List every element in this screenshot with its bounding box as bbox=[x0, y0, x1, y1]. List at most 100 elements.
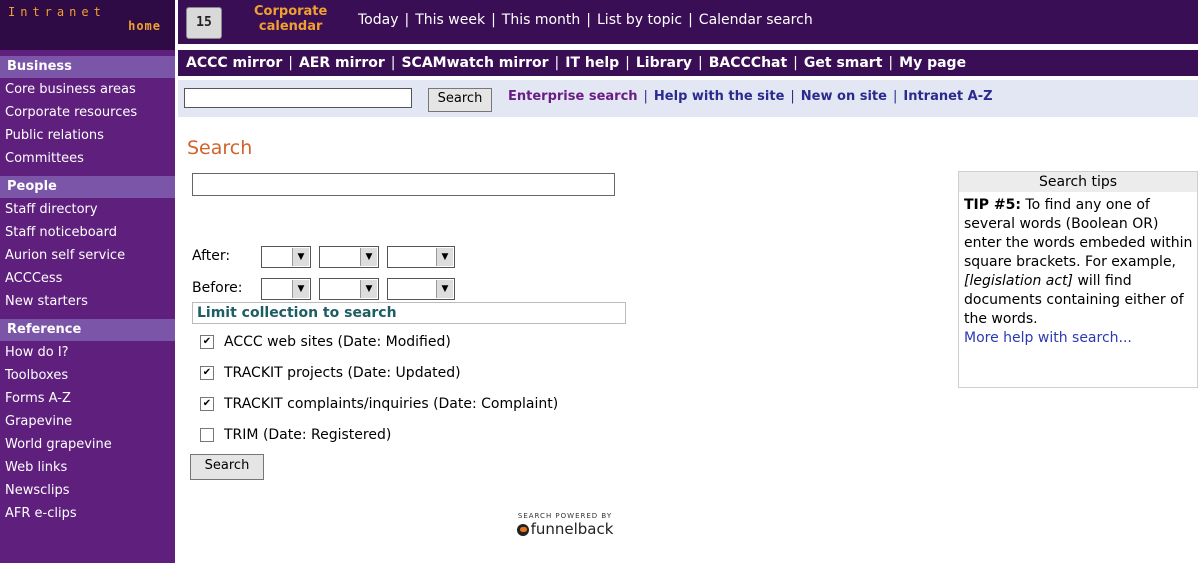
separator: | bbox=[625, 55, 630, 71]
collection-trim[interactable]: TRIM (Date: Registered) bbox=[200, 427, 391, 443]
calendar-label-line2: calendar bbox=[258, 19, 323, 34]
separator: | bbox=[491, 12, 496, 28]
sidebar-heading-people: People bbox=[0, 176, 175, 198]
link-my-page[interactable]: My page bbox=[899, 55, 966, 71]
separator: | bbox=[688, 12, 693, 28]
tip-example: [legislation act] bbox=[964, 273, 1073, 289]
before-label: Before: bbox=[192, 280, 243, 296]
separator: | bbox=[390, 55, 396, 71]
search-button[interactable]: Search bbox=[190, 454, 264, 480]
link-accc-mirror[interactable]: ACCC mirror bbox=[186, 55, 282, 71]
tip-label: TIP #5: bbox=[964, 197, 1021, 213]
search-tips-body: TIP #5: To find any one of several words… bbox=[959, 192, 1197, 348]
link-list-by-topic[interactable]: List by topic bbox=[597, 12, 682, 28]
checkbox-icon[interactable]: ✔ bbox=[200, 397, 214, 411]
separator: | bbox=[554, 55, 560, 71]
separator: | bbox=[586, 12, 591, 28]
collection-accc-web-sites[interactable]: ✔ ACCC web sites (Date: Modified) bbox=[200, 334, 451, 350]
collection-label: TRACKIT projects (Date: Updated) bbox=[224, 365, 461, 381]
sidebar-item-afr-e-clips[interactable]: AFR e-clips bbox=[0, 502, 175, 525]
link-get-smart[interactable]: Get smart bbox=[804, 55, 883, 71]
site-search-bar: Search Enterprise search | Help with the s… bbox=[178, 80, 1198, 117]
powered-by-text: SEARCH POWERED BY bbox=[517, 512, 613, 520]
separator: | bbox=[288, 55, 293, 71]
page-title: Search bbox=[187, 137, 253, 159]
sidebar-item-staff-directory[interactable]: Staff directory bbox=[0, 198, 175, 221]
before-year-select[interactable]: ▼ bbox=[387, 278, 455, 300]
checkbox-icon[interactable]: ✔ bbox=[200, 335, 214, 349]
collection-label: ACCC web sites (Date: Modified) bbox=[224, 334, 451, 350]
dropdown-arrow-icon: ▼ bbox=[292, 248, 309, 266]
sidebar-item-staff-noticeboard[interactable]: Staff noticeboard bbox=[0, 221, 175, 244]
link-library[interactable]: Library bbox=[636, 55, 692, 71]
collection-trackit-complaints[interactable]: ✔ TRACKIT complaints/inquiries (Date: Com… bbox=[200, 396, 558, 412]
after-label: After: bbox=[192, 248, 231, 264]
search-query-input[interactable] bbox=[192, 173, 615, 196]
separator: | bbox=[888, 55, 894, 71]
calendar-links: Today | This week | This month | List by topic… bbox=[358, 12, 813, 28]
calendar-bar: 15 Corporate calendar Today | This week | Th… bbox=[178, 0, 1198, 44]
dropdown-arrow-icon: ▼ bbox=[436, 280, 453, 298]
sidebar-item-public-relations[interactable]: Public relations bbox=[0, 124, 175, 147]
link-aer-mirror[interactable]: AER mirror bbox=[299, 55, 385, 71]
powered-by-funnelback[interactable]: SEARCH POWERED BY funnelback bbox=[500, 512, 630, 538]
collection-label: TRIM (Date: Registered) bbox=[224, 427, 392, 443]
sidebar-item-grapevine[interactable]: Grapevine bbox=[0, 410, 175, 433]
separator: | bbox=[793, 55, 798, 71]
separator: | bbox=[643, 89, 648, 104]
checkbox-icon[interactable]: ✔ bbox=[200, 366, 214, 380]
collection-label: TRACKIT complaints/inquiries (Date: Comp… bbox=[224, 396, 559, 412]
sidebar-heading-business: Business bbox=[0, 56, 175, 78]
calendar-icon[interactable]: 15 bbox=[186, 7, 222, 39]
link-scamwatch-mirror[interactable]: SCAMwatch mirror bbox=[401, 55, 548, 71]
separator: | bbox=[892, 89, 898, 104]
more-help-link[interactable]: More help with search... bbox=[964, 330, 1132, 346]
site-search-input[interactable] bbox=[184, 88, 412, 108]
link-this-week[interactable]: This week bbox=[415, 12, 485, 28]
separator: | bbox=[698, 55, 703, 71]
sidebar-item-forms-a-z[interactable]: Forms A-Z bbox=[0, 387, 175, 410]
link-help-with-site[interactable]: Help with the site bbox=[654, 89, 784, 104]
link-today[interactable]: Today bbox=[358, 12, 399, 28]
search-links: Enterprise search | Help with the site | New… bbox=[508, 89, 993, 104]
sidebar-item-corporate-resources[interactable]: Corporate resources bbox=[0, 101, 175, 124]
after-month-select[interactable]: ▼ bbox=[319, 246, 379, 268]
link-intranet-a-z[interactable]: Intranet A-Z bbox=[903, 89, 992, 104]
sidebar-item-committees[interactable]: Committees bbox=[0, 147, 175, 170]
link-this-month[interactable]: This month bbox=[502, 12, 581, 28]
separator: | bbox=[790, 89, 795, 104]
logo-line2: home bbox=[128, 19, 161, 33]
dropdown-arrow-icon: ▼ bbox=[360, 248, 377, 266]
limit-collection-heading: Limit collection to search bbox=[192, 302, 626, 324]
sidebar-item-how-do-i[interactable]: How do I? bbox=[0, 341, 175, 364]
after-day-select[interactable]: ▼ bbox=[261, 246, 311, 268]
sidebar-item-new-starters[interactable]: New starters bbox=[0, 290, 175, 313]
before-day-select[interactable]: ▼ bbox=[261, 278, 311, 300]
site-search-button[interactable]: Search bbox=[428, 88, 492, 112]
intranet-home-logo[interactable]: Intranet home bbox=[0, 0, 175, 50]
checkbox-icon[interactable] bbox=[200, 428, 214, 442]
sidebar-item-world-grapevine[interactable]: World grapevine bbox=[0, 433, 175, 456]
after-year-select[interactable]: ▼ bbox=[387, 246, 455, 268]
logo-line1: Intranet bbox=[8, 5, 106, 19]
link-bacccchat[interactable]: BACCChat bbox=[709, 55, 787, 71]
search-tips-heading: Search tips bbox=[959, 172, 1197, 192]
before-month-select[interactable]: ▼ bbox=[319, 278, 379, 300]
dropdown-arrow-icon: ▼ bbox=[292, 280, 309, 298]
collection-trackit-projects[interactable]: ✔ TRACKIT projects (Date: Updated) bbox=[200, 365, 461, 381]
sidebar-item-aurion-self-service[interactable]: Aurion self service bbox=[0, 244, 175, 267]
sidebar-item-web-links[interactable]: Web links bbox=[0, 456, 175, 479]
link-enterprise-search[interactable]: Enterprise search bbox=[508, 89, 638, 104]
link-calendar-search[interactable]: Calendar search bbox=[699, 12, 813, 28]
corporate-calendar-link[interactable]: Corporate calendar bbox=[254, 4, 327, 34]
search-tips-panel: Search tips TIP #5: To find any one of s… bbox=[958, 171, 1198, 388]
link-new-on-site[interactable]: New on site bbox=[801, 89, 887, 104]
sidebar-item-acccess[interactable]: ACCCess bbox=[0, 267, 175, 290]
sidebar-item-toolboxes[interactable]: Toolboxes bbox=[0, 364, 175, 387]
link-it-help[interactable]: IT help bbox=[565, 55, 619, 71]
sidebar-item-core-business-areas[interactable]: Core business areas bbox=[0, 78, 175, 101]
sidebar-heading-reference: Reference bbox=[0, 319, 175, 341]
separator: | bbox=[404, 12, 410, 28]
sidebar-item-newsclips[interactable]: Newsclips bbox=[0, 479, 175, 502]
dropdown-arrow-icon: ▼ bbox=[436, 248, 453, 266]
